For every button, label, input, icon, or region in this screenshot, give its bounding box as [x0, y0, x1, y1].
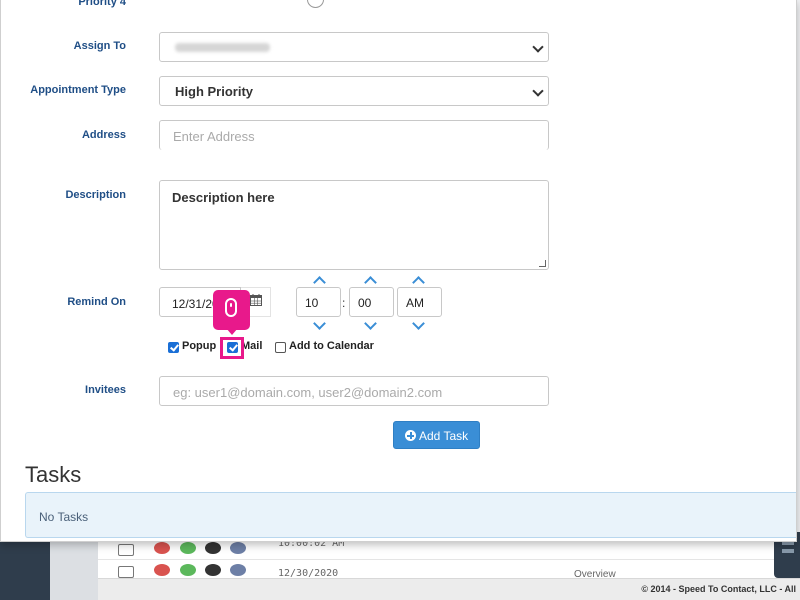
hour-input[interactable]: 10 [296, 287, 341, 317]
ampm-down-arrow-icon[interactable] [412, 317, 425, 330]
address-label: Address [81, 129, 126, 141]
click-target-highlight [220, 337, 244, 359]
appointment-type-select[interactable]: High Priority [159, 76, 549, 106]
remind-on-label: Remind On [67, 296, 126, 308]
hour-down-arrow-icon[interactable] [313, 317, 326, 330]
priority-label: Priority 4 [78, 0, 126, 8]
resize-handle-icon[interactable] [539, 260, 546, 267]
tasks-heading: Tasks [25, 462, 82, 487]
time-separator: : [342, 296, 346, 310]
row-checkbox[interactable] [118, 544, 134, 556]
description-value: Description here [172, 190, 275, 205]
assign-to-select[interactable] [159, 32, 549, 62]
priority-radio[interactable] [307, 0, 324, 8]
assignee-name [175, 43, 270, 52]
chevron-down-icon [532, 85, 544, 97]
status-dot-icon [205, 564, 221, 576]
plus-circle-icon [405, 430, 416, 441]
add-task-modal: Priority 4 Assign To Appointment Type Hi… [0, 0, 797, 542]
mail-label: Mail [241, 340, 263, 352]
add-to-calendar-checkbox[interactable] [275, 342, 286, 353]
page-footer: © 2014 - Speed To Contact, LLC - All [98, 578, 800, 600]
status-dot-icon [154, 542, 170, 554]
status-dot-icon [205, 542, 221, 554]
add-to-calendar-label: Add to Calendar [289, 340, 374, 352]
status-dot-icon [180, 542, 196, 554]
appointment-type-value: High Priority [175, 84, 254, 99]
table-row: 10:00:02 AM [98, 538, 778, 560]
address-input[interactable]: Enter Address [159, 120, 549, 150]
status-dot-icon [180, 564, 196, 576]
popup-label: Popup [182, 340, 217, 352]
sidebar-strip [50, 540, 98, 600]
chevron-down-icon [532, 41, 544, 53]
description-textarea[interactable]: Description here [159, 180, 549, 270]
assign-to-label: Assign To [73, 40, 126, 52]
description-label: Description [65, 189, 126, 201]
status-dot-icon [154, 564, 170, 576]
status-dot-icon [230, 564, 246, 576]
minute-input[interactable]: 00 [349, 287, 394, 317]
popup-checkbox[interactable] [168, 342, 179, 353]
appointment-type-label: Appointment Type [30, 84, 126, 96]
background-task-list: 10:00:02 AM 12/30/2020 Overview [98, 538, 800, 582]
no-tasks-alert: No Tasks [25, 492, 796, 538]
app-sidebar [0, 540, 50, 600]
add-task-button[interactable]: Add Task [393, 421, 480, 449]
mouse-cursor-icon [213, 290, 250, 335]
mouse-icon [225, 298, 237, 317]
add-task-label: Add Task [419, 429, 469, 443]
ampm-toggle[interactable]: AM [397, 287, 442, 317]
status-dot-icon [230, 542, 246, 554]
invitees-label: Invitees [85, 384, 126, 396]
minute-down-arrow-icon[interactable] [364, 317, 377, 330]
row-checkbox[interactable] [118, 566, 134, 578]
invitees-input[interactable]: eg: user1@domain.com, user2@domain2.com [159, 376, 549, 406]
